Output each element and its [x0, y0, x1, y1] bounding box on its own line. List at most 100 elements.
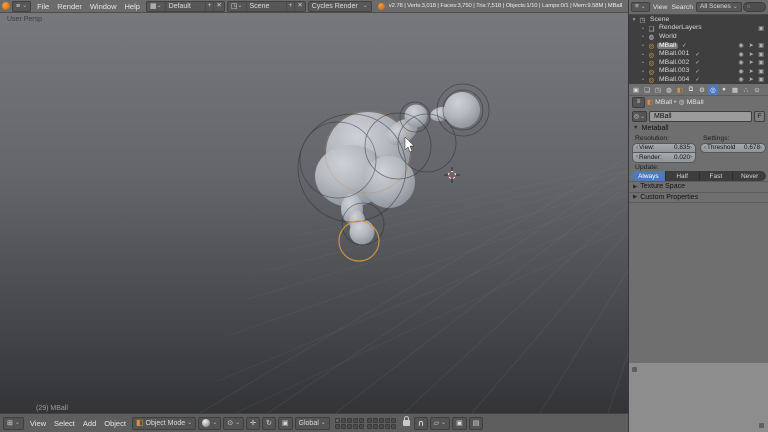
eye-icon[interactable]: ◉	[737, 43, 745, 49]
layer-16[interactable]	[366, 423, 372, 429]
lock-icon[interactable]	[402, 416, 410, 426]
panel-custom-properties[interactable]: ▶ Custom Properties	[629, 191, 768, 203]
menu-render[interactable]: Render	[53, 1, 86, 12]
manipulator-translate-toggle[interactable]: ✛	[246, 416, 261, 430]
viewport-menu-add[interactable]: Add	[79, 418, 100, 429]
layer-18[interactable]	[378, 423, 384, 429]
tab-render-layers[interactable]: ❏	[642, 85, 652, 95]
layer-7[interactable]	[340, 423, 346, 429]
slider-left-icon[interactable]: ‹	[636, 154, 638, 160]
menu-help[interactable]: Help	[121, 1, 144, 12]
scene-name[interactable]: Scene	[247, 1, 287, 11]
update-never-button[interactable]: Never	[733, 171, 766, 181]
pointer-icon[interactable]: ➤	[747, 52, 755, 58]
layer-11[interactable]	[366, 417, 372, 423]
manipulator-rotate-toggle[interactable]: ↻	[262, 416, 276, 430]
tab-particles[interactable]: ∴	[741, 85, 751, 95]
threshold-field[interactable]: ‹ Threshold 0.678 ›	[700, 143, 766, 153]
3d-cursor[interactable]	[444, 167, 460, 183]
slider-left-icon[interactable]: ‹	[704, 145, 706, 151]
layer-13[interactable]	[378, 417, 384, 423]
datablock-name-input[interactable]: MBall	[649, 110, 752, 122]
menu-window[interactable]: Window	[86, 1, 121, 12]
scene-close-button[interactable]: ✕	[295, 2, 304, 11]
outliner-item-mball-001[interactable]: • ◎ MBall.001 ✓ ◉ ➤ ▣	[629, 50, 768, 59]
panel-metaball-header[interactable]: ▼ Metaball	[629, 122, 768, 133]
slider-right-icon[interactable]: ›	[690, 145, 692, 151]
blender-logo-icon[interactable]	[2, 2, 10, 10]
layout-close-button[interactable]: ✕	[214, 2, 223, 11]
expander-icon[interactable]: •	[640, 52, 646, 58]
expander-icon[interactable]: •	[640, 43, 646, 49]
manipulator-scale-toggle[interactable]: ▣	[277, 416, 293, 430]
outliner-item-mball-004[interactable]: • ◎ MBall.004 ✓ ◉ ➤ ▣	[629, 76, 768, 84]
outliner-scope-select[interactable]: All Scenes ⌄	[695, 2, 742, 12]
layer-15[interactable]	[390, 417, 396, 423]
outliner-item-world[interactable]: • ◍ World	[629, 33, 768, 42]
eye-icon[interactable]: ◉	[737, 60, 745, 66]
outliner-search-input[interactable]: ○	[742, 2, 766, 12]
viewport-menu-view[interactable]: View	[26, 418, 50, 429]
update-fast-button[interactable]: Fast	[699, 171, 734, 181]
render-engine-select[interactable]: Cycles Render ⌄	[307, 0, 372, 12]
viewport-shading-select[interactable]: ⌄	[198, 416, 222, 430]
layer-14[interactable]	[384, 417, 390, 423]
tab-object-data[interactable]: ◎	[708, 84, 718, 95]
layer-10[interactable]	[358, 423, 364, 429]
outliner-item-mball-003[interactable]: • ◎ MBall.003 ✓ ◉ ➤ ▣	[629, 68, 768, 77]
snap-element-select[interactable]: ▱ ⌄	[429, 416, 451, 430]
tab-constraints[interactable]: ⧉	[686, 85, 696, 95]
expander-icon[interactable]: •	[640, 26, 646, 32]
tab-modifiers[interactable]: ⚙	[697, 85, 707, 95]
slider-left-icon[interactable]: ‹	[636, 145, 638, 151]
corner-widget-icon[interactable]	[759, 423, 764, 428]
outliner-menu-view[interactable]: View	[651, 2, 670, 13]
pivot-select[interactable]: ⊙ ⌄	[223, 416, 245, 430]
camera-icon[interactable]: ▣	[757, 26, 765, 32]
opengl-render-button[interactable]: ▣	[452, 416, 467, 430]
update-half-button[interactable]: Half	[665, 171, 700, 181]
tab-texture[interactable]: ▦	[730, 85, 740, 95]
scene-browse-button[interactable]: ◳ ⌄	[228, 1, 247, 11]
outliner-item-scene[interactable]: ▾ ◳ Scene	[629, 16, 768, 25]
expander-icon[interactable]: •	[640, 60, 646, 66]
corner-widget-icon[interactable]	[632, 367, 637, 372]
orientation-select[interactable]: Global ⌄	[294, 416, 330, 430]
scene-selector[interactable]: ◳ ⌄ Scene + ✕	[226, 0, 306, 12]
expander-icon[interactable]: ▾	[631, 17, 637, 23]
resolution-render-field[interactable]: ‹ Render: 0.020 ›	[632, 153, 696, 163]
outliner-menu-search[interactable]: Search	[669, 2, 695, 13]
scene-add-button[interactable]: +	[287, 1, 296, 11]
eye-icon[interactable]: ◉	[737, 77, 745, 83]
layer-20[interactable]	[390, 423, 396, 429]
slider-right-icon[interactable]: ›	[690, 154, 692, 160]
viewport-menu-object[interactable]: Object	[100, 418, 130, 429]
pointer-icon[interactable]: ➤	[747, 43, 755, 49]
layer-2[interactable]	[340, 417, 346, 423]
layout-add-button[interactable]: +	[206, 1, 215, 11]
layer-3[interactable]	[346, 417, 352, 423]
screen-layout-selector[interactable]: ▦ ⌄ Default + ✕	[145, 0, 225, 12]
breadcrumb-object[interactable]: MBall	[655, 99, 672, 106]
layer-4[interactable]	[352, 417, 358, 423]
layer-12[interactable]	[372, 417, 378, 423]
outliner-item-mball[interactable]: • ◎ MBall ✓ ◉ ➤ ▣	[629, 42, 768, 51]
expander-icon[interactable]: •	[640, 77, 646, 83]
outliner-editor-type-button[interactable]: ≡ ⌄	[631, 2, 650, 12]
expander-icon[interactable]: •	[640, 34, 646, 40]
eye-icon[interactable]: ◉	[737, 69, 745, 75]
tab-scene[interactable]: ◳	[653, 85, 663, 95]
tab-material[interactable]: ●	[719, 85, 729, 95]
layer-17[interactable]	[372, 423, 378, 429]
layout-browse-button[interactable]: ▦ ⌄	[147, 1, 166, 11]
layout-name[interactable]: Default	[166, 1, 206, 11]
layer-5[interactable]	[358, 417, 364, 423]
tab-world[interactable]: ◍	[664, 85, 674, 95]
outliner-item-mball-002[interactable]: • ◎ MBall.002 ✓ ◉ ➤ ▣	[629, 59, 768, 68]
layer-19[interactable]	[384, 423, 390, 429]
menu-file[interactable]: File	[33, 1, 53, 12]
camera-icon[interactable]: ▣	[757, 60, 765, 66]
camera-icon[interactable]: ▣	[757, 52, 765, 58]
pointer-icon[interactable]: ➤	[747, 60, 755, 66]
opengl-render-anim-button[interactable]: ▤	[468, 416, 484, 430]
